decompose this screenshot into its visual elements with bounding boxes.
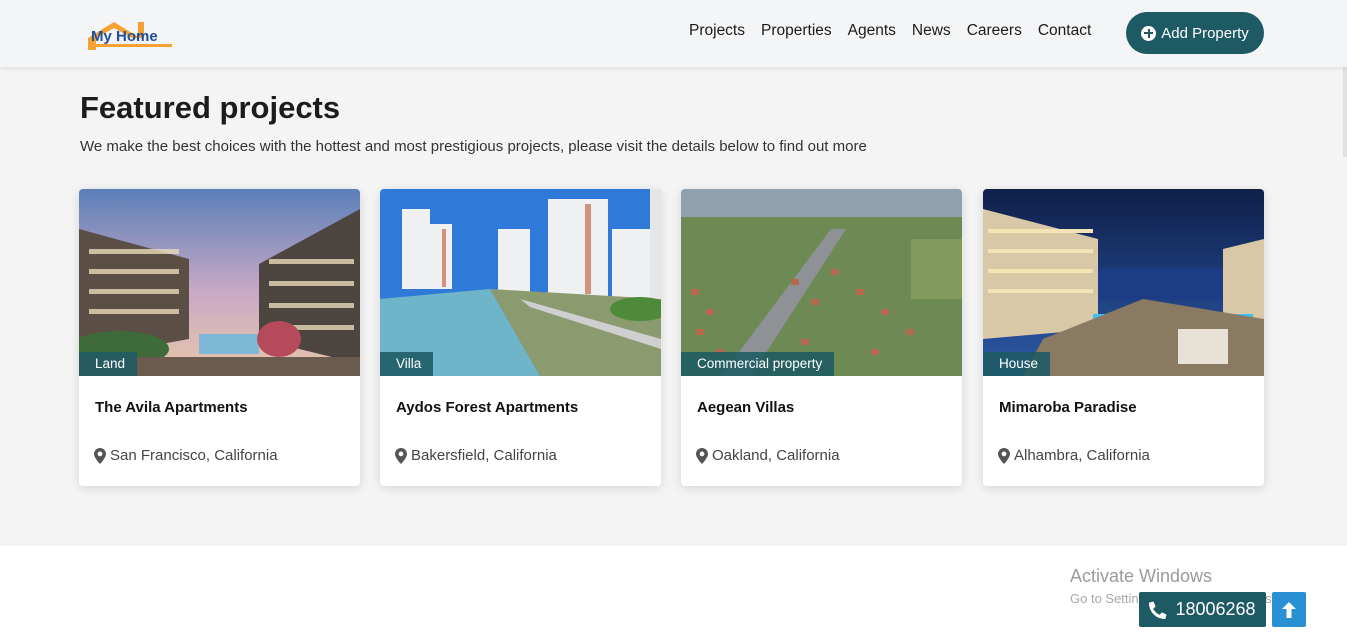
project-title[interactable]: Aydos Forest Apartments [396, 399, 578, 416]
location-text: Alhambra, California [1014, 447, 1150, 464]
project-card[interactable]: Villa Aydos Forest Apartments Bakersfiel… [380, 189, 661, 486]
project-card[interactable]: Commercial property Aegean Villas Oaklan… [681, 189, 962, 486]
project-title[interactable]: Mimaroba Paradise [999, 399, 1137, 416]
project-image[interactable]: Land [79, 189, 360, 376]
add-property-label: Add Property [1161, 24, 1249, 42]
category-tag: House [983, 352, 1051, 376]
project-image[interactable]: Commercial property [681, 189, 962, 376]
arrow-up-icon [1282, 601, 1296, 618]
project-title[interactable]: Aegean Villas [697, 399, 794, 416]
nav-careers[interactable]: Careers [967, 22, 1022, 40]
windows-watermark-title: Activate Windows [1070, 566, 1213, 586]
category-tag: Villa [380, 352, 434, 376]
project-location: Bakersfield, California [395, 447, 557, 464]
map-marker-icon [998, 447, 1010, 464]
plus-circle-icon [1141, 25, 1157, 41]
category-tag: Land [79, 352, 138, 376]
project-location: Alhambra, California [998, 447, 1150, 464]
logo-text: My Home [91, 28, 158, 45]
section-subtitle: We make the best choices with the hottes… [80, 138, 867, 155]
back-to-top-button[interactable] [1272, 592, 1306, 627]
section-title: Featured projects [80, 90, 341, 125]
phone-button[interactable]: 18006268 [1139, 592, 1266, 627]
nav-agents[interactable]: Agents [848, 22, 896, 40]
scrollbar[interactable] [1343, 67, 1347, 157]
project-image[interactable]: Villa [380, 189, 661, 376]
nav-properties[interactable]: Properties [761, 22, 832, 40]
main-nav: Projects Properties Agents News Careers … [689, 22, 1107, 40]
map-marker-icon [94, 447, 106, 464]
location-text: Bakersfield, California [411, 447, 557, 464]
project-location: San Francisco, California [94, 447, 278, 464]
project-card[interactable]: Land The Avila Apartments San Francisco,… [79, 189, 360, 486]
project-title[interactable]: The Avila Apartments [95, 399, 248, 416]
project-card[interactable]: House Mimaroba Paradise Alhambra, Califo… [983, 189, 1264, 486]
phone-icon [1149, 601, 1167, 619]
project-location: Oakland, California [696, 447, 840, 464]
add-property-button[interactable]: Add Property [1126, 12, 1264, 54]
nav-projects[interactable]: Projects [689, 22, 745, 40]
phone-number: 18006268 [1175, 599, 1256, 619]
nav-contact[interactable]: Contact [1038, 22, 1091, 40]
location-text: Oakland, California [712, 447, 840, 464]
site-logo[interactable]: My Home [86, 16, 178, 52]
location-text: San Francisco, California [110, 447, 278, 464]
map-marker-icon [696, 447, 708, 464]
nav-news[interactable]: News [912, 22, 951, 40]
site-header: My Home Projects Properties Agents News … [0, 0, 1347, 67]
project-image[interactable]: House [983, 189, 1264, 376]
map-marker-icon [395, 447, 407, 464]
category-tag: Commercial property [681, 352, 835, 376]
